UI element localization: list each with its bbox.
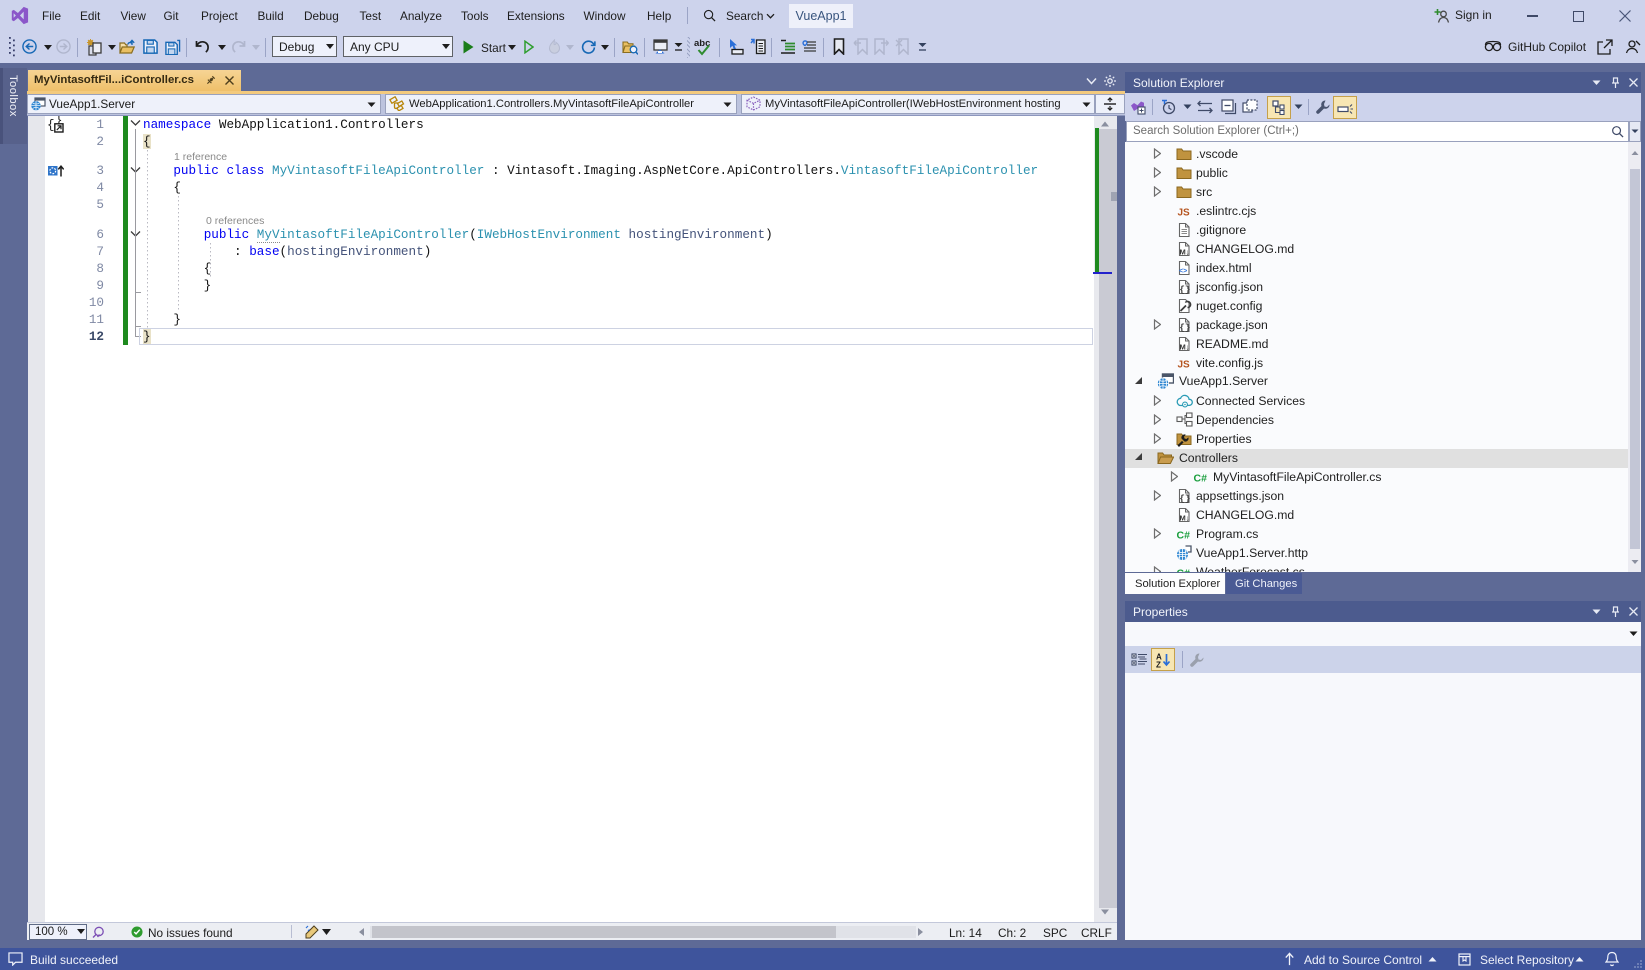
svg-text:M↓: M↓ [1180, 343, 1190, 352]
svg-text:C#: C# [1194, 473, 1208, 485]
svg-text:{}: {} [1179, 493, 1190, 504]
svg-text:C#: C# [1177, 568, 1191, 573]
svg-text:<>: <> [1179, 268, 1187, 275]
svg-text:JS: JS [1178, 208, 1191, 219]
svg-text:C#: C# [1177, 530, 1191, 542]
svg-text:Z: Z [1156, 660, 1161, 668]
svg-text:{}: {} [1179, 322, 1190, 333]
svg-text:JS: JS [1178, 360, 1191, 371]
svg-text:M↓: M↓ [1180, 248, 1190, 257]
svg-text:M↓: M↓ [1180, 514, 1190, 523]
svg-text:{}: {} [1179, 284, 1190, 295]
svg-text:{: { [47, 119, 55, 133]
